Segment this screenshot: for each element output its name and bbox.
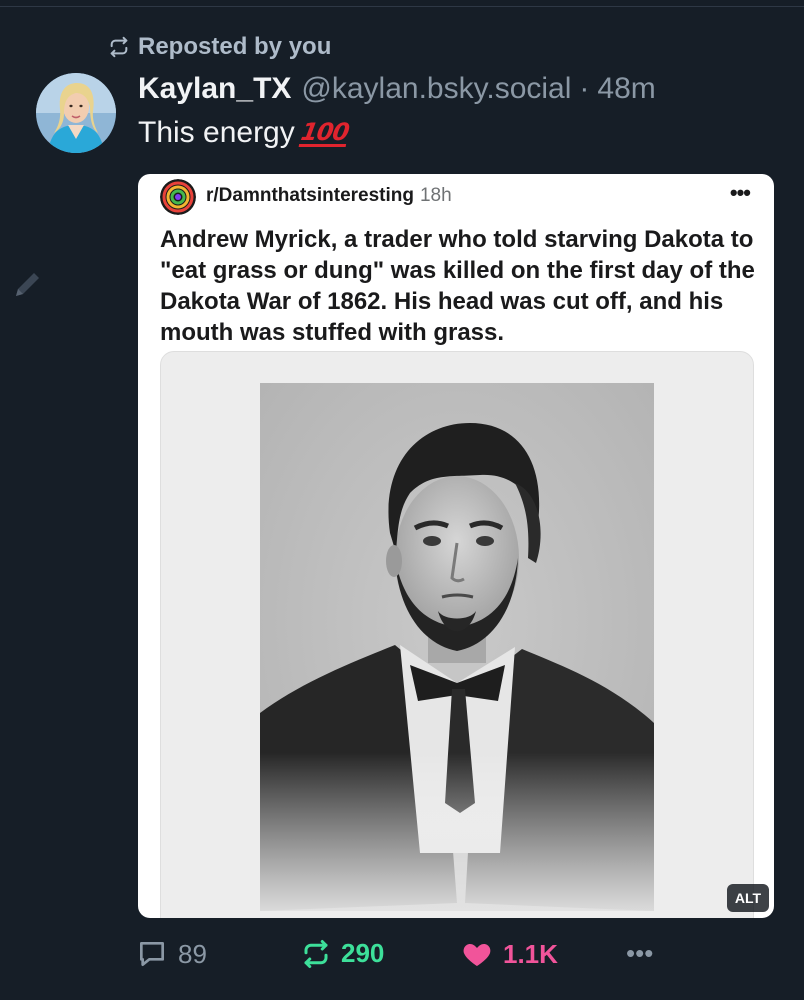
embed-more-button[interactable]: ••• [730,180,751,206]
heart-icon [463,944,491,966]
reply-count: 89 [178,938,207,969]
repost-count: 290 [341,938,385,968]
embed-title: Andrew Myrick, a trader who told starvin… [160,226,755,346]
reply-button[interactable]: 89 [136,938,207,970]
like-button[interactable]: 1.1K [461,938,558,970]
repost-icon [110,36,128,58]
embed-timestamp: 18h [419,185,452,206]
hundred-points-icon: 100 [298,117,351,147]
portrait-photo [260,383,654,911]
post-header: Kaylan_TX @kaylan.bsky.social · 48m [138,72,656,106]
subreddit-avatar [160,179,196,215]
header-separator: · [579,72,590,105]
subreddit-name-text: r/Damnthatsinteresting [206,185,414,206]
compose-pencil-icon[interactable] [10,266,46,302]
reply-icon [140,942,164,966]
top-divider [0,0,804,7]
subreddit-name[interactable]: r/Damnthatsinteresting 18h [206,185,452,207]
embed-image-frame[interactable] [160,351,754,918]
like-count: 1.1K [503,938,558,969]
author-handle[interactable]: @kaylan.bsky.social [301,72,571,106]
repost-banner-text: Reposted by you [138,33,332,60]
repost-button[interactable]: 290 [301,938,384,969]
more-dots-icon: ••• [626,938,654,968]
author-avatar[interactable] [36,73,116,153]
post-text: This energy 100 [138,116,351,150]
image-alt-badge[interactable]: ALT [727,884,769,912]
post-actions-bar: 89 290 1.1K ••• [0,938,804,978]
repost-icon [304,939,328,968]
repost-banner[interactable]: Reposted by you [108,33,331,61]
embedded-post-card[interactable]: r/Damnthatsinteresting 18h ••• Andrew Myr… [138,174,774,918]
post-more-button[interactable]: ••• [626,938,653,969]
author-display-name[interactable]: Kaylan_TX [138,72,291,106]
post-text-content: This energy [138,116,295,149]
post-timestamp[interactable]: 48m [597,72,655,106]
